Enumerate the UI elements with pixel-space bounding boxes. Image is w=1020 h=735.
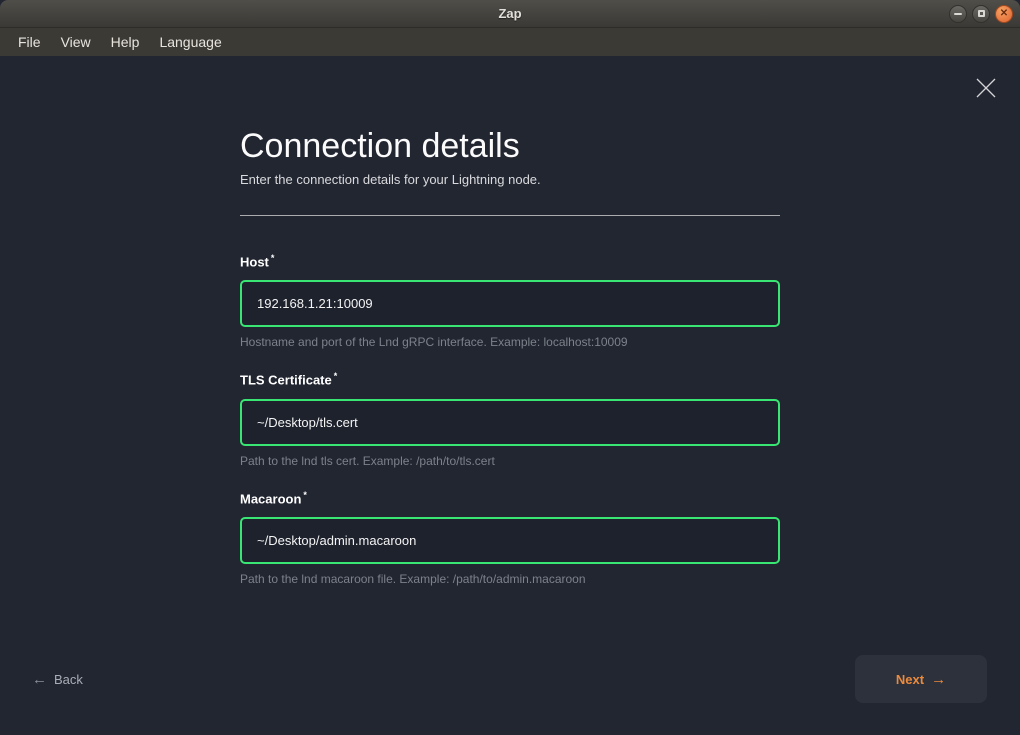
menu-help[interactable]: Help [101,28,150,56]
macaroon-input[interactable] [240,517,780,564]
required-marker: * [303,490,307,500]
page-title: Connection details [240,126,780,166]
connection-form: Connection details Enter the connection … [240,56,780,586]
menubar: File View Help Language [0,28,1020,56]
titlebar: Zap ✕ [0,0,1020,28]
footer: ← Back Next → [32,655,987,703]
host-label-text: Host [240,254,269,269]
tls-cert-label-text: TLS Certificate [240,373,332,388]
menu-file[interactable]: File [8,28,51,56]
host-input[interactable] [240,280,780,327]
macaroon-label: Macaroon* [240,490,780,506]
tls-cert-field-group: TLS Certificate* Path to the lnd tls cer… [240,371,780,467]
tls-cert-input[interactable] [240,399,780,446]
menu-view[interactable]: View [51,28,101,56]
window-controls: ✕ [949,5,1013,23]
minimize-icon [954,13,962,15]
host-help-text: Hostname and port of the Lnd gRPC interf… [240,335,780,349]
left-arrow-icon: ← [32,672,47,687]
back-button[interactable]: ← Back [32,672,83,687]
macaroon-field-group: Macaroon* Path to the lnd macaroon file.… [240,490,780,586]
menu-language[interactable]: Language [149,28,231,56]
maximize-button[interactable] [972,5,990,23]
required-marker: * [271,253,275,263]
tls-cert-label: TLS Certificate* [240,371,780,387]
host-label: Host* [240,253,780,269]
next-button[interactable]: Next → [855,655,987,703]
close-window-button[interactable]: ✕ [995,5,1013,23]
app-window: Zap ✕ File View Help Language Connection [0,0,1020,735]
divider [240,215,780,216]
right-arrow-icon: → [931,672,946,687]
close-icon: ✕ [1000,9,1008,19]
dialog-close-button[interactable] [974,76,998,100]
back-label: Back [54,672,83,687]
dialog-content: Connection details Enter the connection … [0,56,1020,735]
required-marker: * [334,371,338,381]
x-icon [975,77,997,99]
macaroon-help-text: Path to the lnd macaroon file. Example: … [240,572,780,586]
tls-cert-help-text: Path to the lnd tls cert. Example: /path… [240,454,780,468]
page-subtitle: Enter the connection details for your Li… [240,172,780,187]
host-field-group: Host* Hostname and port of the Lnd gRPC … [240,253,780,349]
macaroon-label-text: Macaroon [240,491,301,506]
next-label: Next [896,672,924,687]
minimize-button[interactable] [949,5,967,23]
maximize-icon [978,10,985,17]
window-title: Zap [498,6,521,21]
